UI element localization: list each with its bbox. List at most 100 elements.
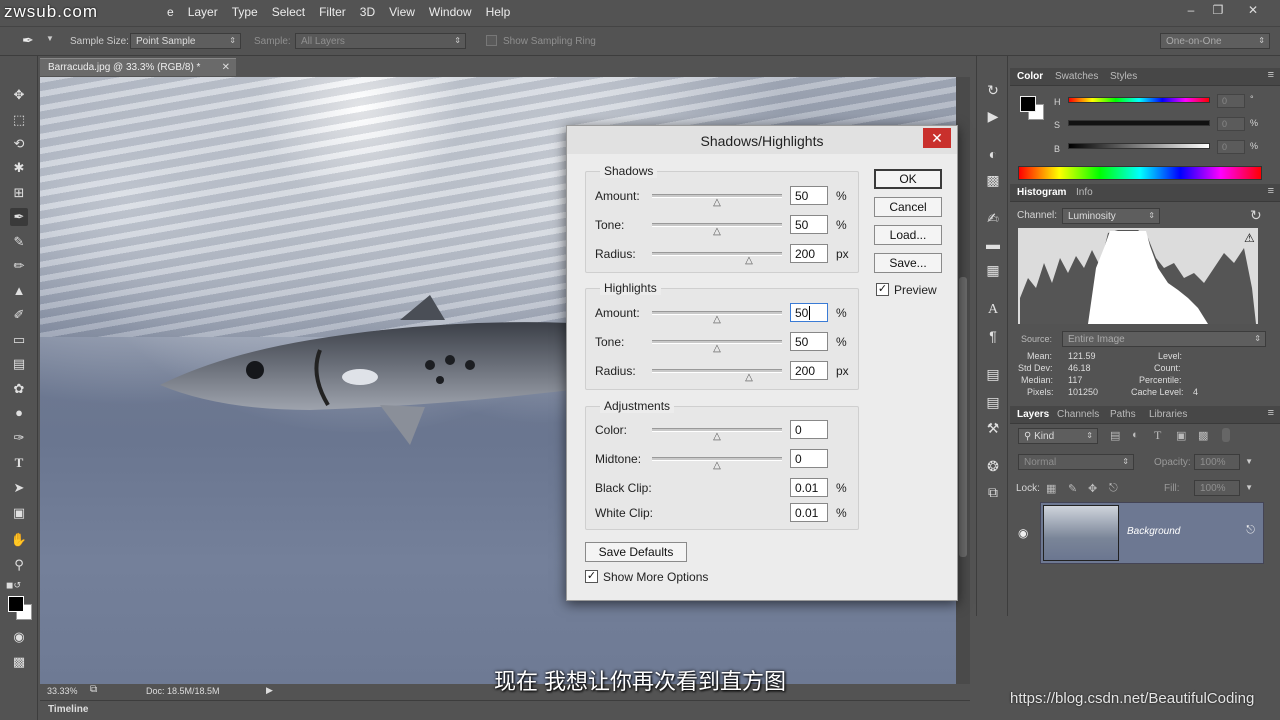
lock-image-icon[interactable]: ✎ (1068, 482, 1077, 495)
adjustments-panel-icon[interactable]: ◐ (983, 146, 1003, 164)
foreground-color-swatch[interactable] (8, 596, 24, 612)
screen-mode-icon[interactable]: ▩ (10, 653, 28, 671)
crop-tool-icon[interactable]: ⊞ (10, 184, 28, 202)
canvas-vertical-scrollbar[interactable] (956, 77, 970, 684)
tab-swatches[interactable]: Swatches (1055, 71, 1098, 82)
lock-position-icon[interactable]: ✥ (1088, 482, 1097, 495)
dialog-close-button[interactable]: ✕ (923, 128, 951, 148)
highlights-tone-thumb[interactable]: △ (711, 343, 723, 354)
dodge-tool-icon[interactable]: ● (10, 404, 28, 422)
tool-presets-icon[interactable]: ⚒ (983, 420, 1003, 438)
filter-smart-object-icon[interactable]: ▩ (1198, 429, 1208, 442)
tab-paths[interactable]: Paths (1110, 409, 1136, 420)
tab-channels[interactable]: Channels (1057, 409, 1099, 420)
default-colors-icon[interactable]: ◼↺ (6, 580, 21, 591)
ok-button[interactable]: OK (874, 169, 942, 189)
marquee-tool-icon[interactable]: ⬚ (10, 111, 28, 129)
channel-select[interactable]: Luminosity ⇕ (1062, 208, 1160, 224)
filter-type-icon[interactable]: T (1154, 428, 1161, 443)
tab-info[interactable]: Info (1076, 187, 1093, 198)
share-icon[interactable]: ⧉ (90, 684, 97, 695)
filter-toggle[interactable] (1222, 428, 1230, 442)
menu-layer[interactable]: Layer (181, 5, 225, 19)
shape-tool-icon[interactable]: ▣ (10, 504, 28, 522)
menu-view[interactable]: View (382, 5, 422, 19)
brush-presets-icon[interactable]: ▬ (983, 236, 1003, 254)
lock-all-icon[interactable]: ⎋ (1109, 482, 1118, 495)
eyedropper-tool-icon[interactable]: ✒ (22, 32, 34, 49)
shadows-radius-slider[interactable] (652, 252, 782, 256)
menu-3d[interactable]: 3D (353, 5, 382, 19)
color-correction-field[interactable]: 0 (790, 420, 828, 439)
save-button[interactable]: Save... (874, 253, 942, 273)
highlights-tone-field[interactable]: 50 (790, 332, 828, 351)
menu-type[interactable]: Type (225, 5, 265, 19)
shadows-radius-field[interactable]: 200 (790, 244, 828, 263)
shadows-amount-field[interactable]: 50 (790, 186, 828, 205)
fill-field[interactable]: 100% ▼ (1194, 480, 1253, 496)
refresh-histogram-icon[interactable]: ↻ (1250, 207, 1262, 224)
measurement-log-icon[interactable]: ⧉ (983, 484, 1003, 502)
panel-menu-icon[interactable]: ≡ (1268, 407, 1274, 419)
menu-help[interactable]: Help (479, 5, 518, 19)
minimize-icon[interactable]: – (1180, 3, 1202, 19)
blend-mode-select[interactable]: Normal ⇕ (1018, 454, 1134, 470)
close-window-icon[interactable]: ✕ (1242, 3, 1264, 19)
paragraph-panel-icon[interactable]: ¶ (983, 328, 1003, 346)
pen-tool-icon[interactable]: ✑ (10, 429, 28, 447)
timeline-panel-tab[interactable]: Timeline (40, 700, 970, 718)
shadows-tone-thumb[interactable]: △ (711, 226, 723, 237)
panel-menu-icon[interactable]: ≡ (1268, 185, 1274, 197)
lasso-tool-icon[interactable]: ⟲ (10, 135, 28, 153)
menu-filter[interactable]: Filter (312, 5, 353, 19)
document-tab[interactable]: Barracuda.jpg @ 33.3% (RGB/8) * ✕ (40, 58, 236, 76)
tab-color[interactable]: Color (1017, 71, 1043, 82)
menu-window[interactable]: Window (422, 5, 479, 19)
type-tool-icon[interactable]: T (10, 454, 28, 472)
libraries-panel-icon[interactable]: ▤ (983, 366, 1003, 384)
highlights-radius-slider[interactable] (652, 369, 782, 373)
sample-select[interactable]: All Layers ⇕ (295, 33, 466, 49)
brush-panel-icon[interactable]: ✍ (983, 210, 1003, 228)
character-panel-icon[interactable]: A (983, 302, 1003, 320)
brightness-slider[interactable] (1068, 143, 1210, 149)
eraser-tool-icon[interactable]: ▭ (10, 331, 28, 349)
h-value-field[interactable]: 0 (1217, 94, 1245, 108)
filter-shape-icon[interactable]: ▣ (1176, 429, 1186, 442)
history-brush-tool-icon[interactable]: ✐ (10, 306, 28, 324)
shadows-amount-thumb[interactable]: △ (711, 197, 723, 208)
menu-edit[interactable]: e (160, 5, 181, 19)
actions-panel-icon[interactable]: ▶ (983, 108, 1003, 126)
path-select-tool-icon[interactable]: ➤ (10, 479, 28, 497)
brush-tool-icon[interactable]: ✏ (10, 257, 28, 275)
highlights-amount-field[interactable]: 50 (790, 303, 828, 322)
properties-panel-icon[interactable]: ▩ (983, 172, 1003, 190)
quick-select-tool-icon[interactable]: ✱ (10, 159, 28, 177)
blur-tool-icon[interactable]: ✿ (10, 380, 28, 398)
cancel-button[interactable]: Cancel (874, 197, 942, 217)
shadows-tone-field[interactable]: 50 (790, 215, 828, 234)
color-spectrum-ramp[interactable] (1018, 166, 1262, 180)
status-menu-arrow-icon[interactable]: ▶ (266, 685, 273, 696)
white-clip-field[interactable]: 0.01 (790, 503, 828, 522)
gradient-tool-icon[interactable]: ▤ (10, 355, 28, 373)
black-clip-field[interactable]: 0.01 (790, 478, 828, 497)
layer-visibility-eye-icon[interactable]: ◉ (1018, 526, 1028, 540)
color-correction-thumb[interactable]: △ (711, 431, 723, 442)
history-panel-icon[interactable]: ↻ (983, 82, 1003, 100)
healing-brush-tool-icon[interactable]: ✎ (10, 233, 28, 251)
shadows-radius-thumb[interactable]: △ (743, 255, 755, 266)
opacity-field[interactable]: 100% ▼ (1194, 454, 1253, 470)
tab-histogram[interactable]: Histogram (1017, 187, 1066, 198)
zoom-level[interactable]: 33.33% (47, 686, 78, 696)
color-foreground-swatch[interactable] (1020, 96, 1036, 112)
sample-size-select[interactable]: Point Sample ⇕ (130, 33, 241, 49)
move-tool-icon[interactable]: ✥ (10, 86, 28, 104)
workspace-select[interactable]: One-on-One ⇕ (1160, 33, 1270, 49)
notes-panel-icon[interactable]: ▤ (983, 394, 1003, 412)
highlights-radius-thumb[interactable]: △ (743, 372, 755, 383)
clone-source-icon[interactable]: ▦ (983, 262, 1003, 280)
hue-slider[interactable] (1068, 97, 1210, 103)
restore-icon[interactable]: ❐ (1207, 3, 1229, 19)
eyedropper-tool-icon[interactable]: ✒ (10, 208, 28, 226)
